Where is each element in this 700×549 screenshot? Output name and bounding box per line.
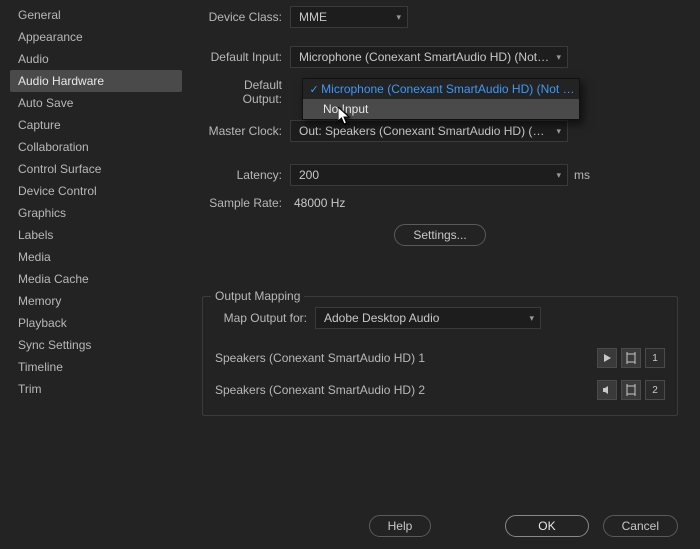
- sidebar-item-auto-save[interactable]: Auto Save: [10, 92, 182, 114]
- map-output-value: Adobe Desktop Audio: [324, 311, 439, 325]
- output-row-label: Speakers (Conexant SmartAudio HD) 2: [215, 383, 597, 397]
- device-class-label: Device Class:: [202, 10, 290, 24]
- sidebar-item-media[interactable]: Media: [10, 246, 182, 268]
- sidebar-item-control-surface[interactable]: Control Surface: [10, 158, 182, 180]
- main-panel: Device Class: MME ▾ Default Input: Micro…: [188, 0, 700, 500]
- chevron-down-icon: ▾: [529, 313, 534, 324]
- master-clock-select[interactable]: Out: Speakers (Conexant SmartAudio HD) (…: [290, 120, 568, 142]
- latency-unit: ms: [574, 168, 590, 182]
- sidebar-item-label: Appearance: [18, 30, 83, 44]
- settings-button[interactable]: Settings...: [394, 224, 485, 246]
- chevron-down-icon: ▾: [556, 52, 561, 63]
- sidebar-item-capture[interactable]: Capture: [10, 114, 182, 136]
- sample-rate-value: 48000 Hz: [290, 196, 345, 210]
- speaker-icon[interactable]: [597, 380, 617, 400]
- sidebar-item-label: Memory: [18, 294, 61, 308]
- device-class-select[interactable]: MME ▾: [290, 6, 408, 28]
- chevron-down-icon: ▾: [396, 12, 401, 23]
- latency-label: Latency:: [202, 168, 290, 182]
- output-row-2: Speakers (Conexant SmartAudio HD) 2 2: [215, 379, 665, 401]
- sidebar-item-label: Capture: [18, 118, 61, 132]
- output-row-label: Speakers (Conexant SmartAudio HD) 1: [215, 351, 597, 365]
- sidebar-item-audio[interactable]: Audio: [10, 48, 182, 70]
- channel-number[interactable]: 2: [645, 380, 665, 400]
- map-output-select[interactable]: Adobe Desktop Audio ▾: [315, 307, 541, 329]
- sidebar-item-label: Media: [18, 250, 51, 264]
- sidebar-item-general[interactable]: General: [10, 4, 182, 26]
- sidebar-item-label: Control Surface: [18, 162, 101, 176]
- default-input-dropdown[interactable]: ✓ Microphone (Conexant SmartAudio HD) (N…: [302, 78, 580, 120]
- master-clock-value: Out: Speakers (Conexant SmartAudio HD) (…: [299, 124, 550, 138]
- sidebar-item-graphics[interactable]: Graphics: [10, 202, 182, 224]
- sidebar-item-label: Trim: [18, 382, 42, 396]
- sidebar-item-label: Labels: [18, 228, 53, 242]
- sidebar-item-label: General: [18, 8, 61, 22]
- channel-number[interactable]: 1: [645, 348, 665, 368]
- default-input-value: Microphone (Conexant SmartAudio HD) (Not…: [299, 50, 550, 64]
- sidebar-item-memory[interactable]: Memory: [10, 290, 182, 312]
- clip-icon[interactable]: [621, 380, 641, 400]
- sidebar-item-label: Audio Hardware: [18, 74, 104, 88]
- sidebar-item-label: Media Cache: [18, 272, 89, 286]
- sidebar-item-label: Timeline: [18, 360, 63, 374]
- dropdown-option-selected[interactable]: ✓ Microphone (Conexant SmartAudio HD) (N…: [303, 79, 579, 99]
- sidebar-item-appearance[interactable]: Appearance: [10, 26, 182, 48]
- dropdown-option-label: Microphone (Conexant SmartAudio HD) (Not…: [321, 82, 575, 96]
- map-output-label: Map Output for:: [215, 311, 315, 325]
- sidebar-item-sync-settings[interactable]: Sync Settings: [10, 334, 182, 356]
- clip-icon[interactable]: [621, 348, 641, 368]
- sidebar-item-labels[interactable]: Labels: [10, 224, 182, 246]
- dropdown-option-no-input[interactable]: No Input: [303, 99, 579, 119]
- default-output-label: Default Output:: [202, 78, 290, 106]
- play-icon[interactable]: [597, 348, 617, 368]
- sidebar-item-timeline[interactable]: Timeline: [10, 356, 182, 378]
- chevron-down-icon: ▾: [556, 126, 561, 137]
- sidebar-item-label: Sync Settings: [18, 338, 91, 352]
- sidebar-item-device-control[interactable]: Device Control: [10, 180, 182, 202]
- output-mapping-section: Output Mapping Map Output for: Adobe Des…: [202, 296, 678, 416]
- ok-button[interactable]: OK: [505, 515, 588, 537]
- sample-rate-label: Sample Rate:: [202, 196, 290, 210]
- sidebar-item-audio-hardware[interactable]: Audio Hardware: [10, 70, 182, 92]
- sidebar-item-label: Collaboration: [18, 140, 89, 154]
- sidebar-item-collaboration[interactable]: Collaboration: [10, 136, 182, 158]
- sidebar-item-trim[interactable]: Trim: [10, 378, 182, 400]
- sidebar-item-media-cache[interactable]: Media Cache: [10, 268, 182, 290]
- help-button[interactable]: Help: [369, 515, 432, 537]
- master-clock-label: Master Clock:: [202, 124, 290, 138]
- dropdown-option-label: No Input: [323, 102, 368, 116]
- check-icon: ✓: [307, 83, 321, 96]
- latency-select[interactable]: 200 ▾: [290, 164, 568, 186]
- sidebar-item-label: Audio: [18, 52, 49, 66]
- sidebar-item-label: Graphics: [18, 206, 66, 220]
- sidebar-item-label: Auto Save: [18, 96, 73, 110]
- cancel-button[interactable]: Cancel: [603, 515, 678, 537]
- output-row-1: Speakers (Conexant SmartAudio HD) 1 1: [215, 347, 665, 369]
- chevron-down-icon: ▾: [556, 170, 561, 181]
- sidebar: General Appearance Audio Audio Hardware …: [0, 0, 188, 500]
- sidebar-item-playback[interactable]: Playback: [10, 312, 182, 334]
- output-mapping-title: Output Mapping: [211, 289, 304, 303]
- device-class-value: MME: [299, 10, 327, 24]
- sidebar-item-label: Device Control: [18, 184, 97, 198]
- dialog-footer: Help OK Cancel: [369, 515, 678, 537]
- latency-value: 200: [299, 168, 319, 182]
- default-input-label: Default Input:: [202, 50, 290, 64]
- default-input-select[interactable]: Microphone (Conexant SmartAudio HD) (Not…: [290, 46, 568, 68]
- sidebar-item-label: Playback: [18, 316, 67, 330]
